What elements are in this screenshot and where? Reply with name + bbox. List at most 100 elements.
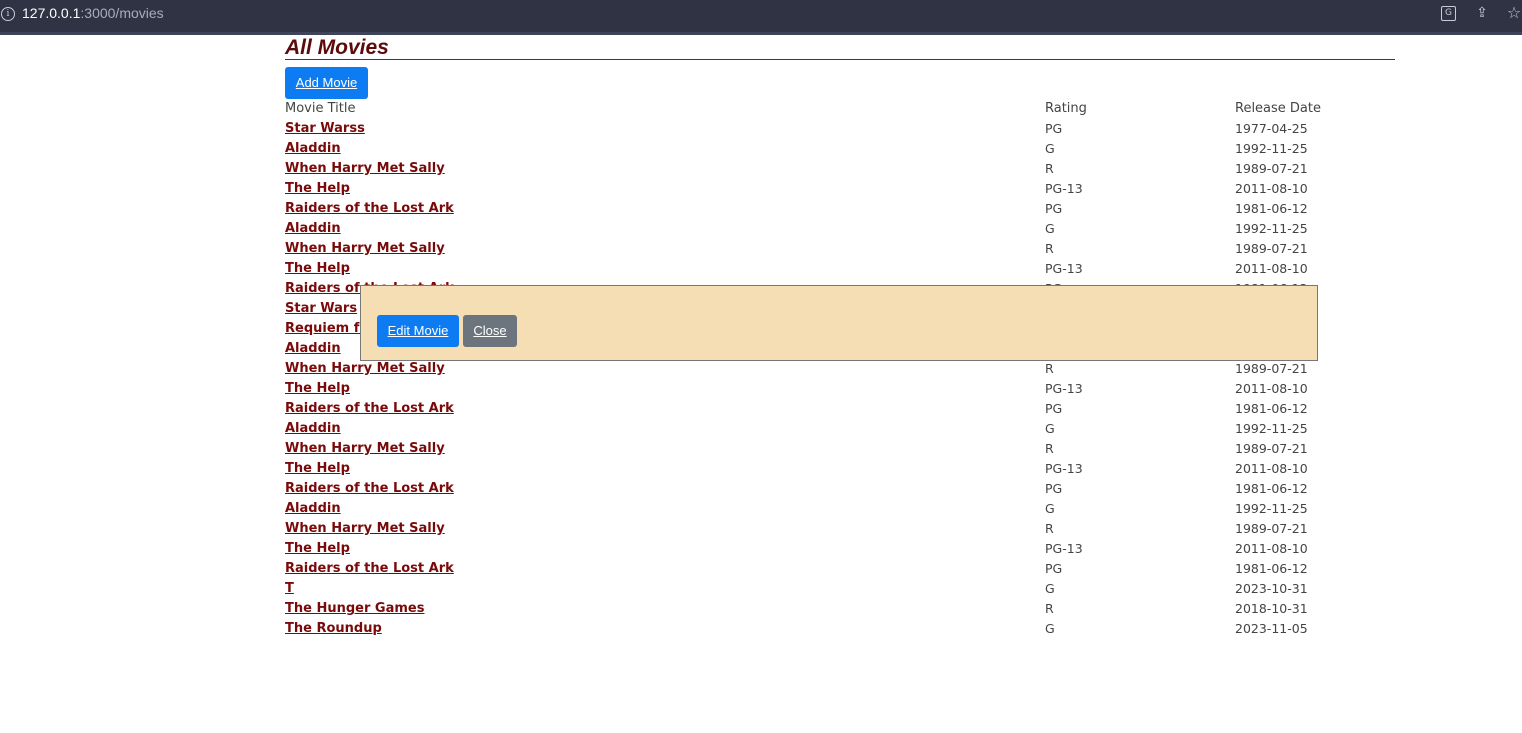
share-icon[interactable]: ⇪ [1473, 4, 1491, 22]
movie-rating: R [1045, 521, 1054, 536]
movie-title-link[interactable]: When Harry Met Sally [285, 241, 445, 256]
table-row: The Roundup G 2023-11-05 [285, 621, 1395, 641]
movie-title-link[interactable]: Star Warss [285, 121, 365, 136]
movie-release-date: 1989-07-21 [1235, 521, 1308, 536]
address-bar[interactable]: 127.0.0.1:3000/movies [22, 5, 164, 21]
movie-rating: G [1045, 421, 1055, 436]
movie-rating: PG-13 [1045, 181, 1083, 196]
movie-title-link[interactable]: Raiders of the Lost Ark [285, 401, 454, 416]
table-row: When Harry Met Sally R 1989-07-21 [285, 521, 1395, 541]
movie-release-date: 1992-11-25 [1235, 501, 1308, 516]
movie-rating: G [1045, 621, 1055, 636]
table-row: Aladdin G 1992-11-25 [285, 141, 1395, 161]
header-release-date: Release Date [1235, 101, 1321, 116]
table-row: The Hunger Games R 2018-10-31 [285, 601, 1395, 621]
table-row: When Harry Met Sally R 1989-07-21 [285, 241, 1395, 261]
movie-release-date: 2018-10-31 [1235, 601, 1308, 616]
movie-release-date: 1992-11-25 [1235, 421, 1308, 436]
movie-release-date: 1989-07-21 [1235, 361, 1308, 376]
movie-title-link[interactable]: Aladdin [285, 501, 341, 516]
movie-rating: PG-13 [1045, 261, 1083, 276]
movie-release-date: 1992-11-25 [1235, 221, 1308, 236]
movie-rating: PG [1045, 121, 1063, 136]
movie-release-date: 1981-06-12 [1235, 401, 1308, 416]
movie-title-link[interactable]: The Help [285, 461, 350, 476]
header-rating: Rating [1045, 101, 1087, 116]
movie-title-link[interactable]: When Harry Met Sally [285, 521, 445, 536]
movie-title-link[interactable]: Aladdin [285, 341, 341, 356]
bookmark-star-icon[interactable]: ☆ [1505, 4, 1522, 22]
main-content: All Movies Add Movie Movie Title Rating … [285, 36, 1395, 636]
movie-title-link[interactable]: The Help [285, 261, 350, 276]
info-icon[interactable]: i [1, 7, 15, 21]
table-row: Raiders of the Lost Ark PG 1981-06-12 [285, 561, 1395, 581]
movie-release-date: 1989-07-21 [1235, 161, 1308, 176]
movie-title-link[interactable]: Raiders of the Lost Ark [285, 481, 454, 496]
movie-release-date: 1977-04-25 [1235, 121, 1308, 136]
movie-release-date: 2011-08-10 [1235, 181, 1308, 196]
movie-rating: R [1045, 161, 1054, 176]
movie-title-link[interactable]: Star Wars [285, 301, 357, 316]
movie-rating: PG [1045, 561, 1063, 576]
movie-rating: R [1045, 361, 1054, 376]
movie-title-link[interactable]: When Harry Met Sally [285, 441, 445, 456]
movie-release-date: 2023-10-31 [1235, 581, 1308, 596]
movie-title-link[interactable]: The Help [285, 181, 350, 196]
movie-release-date: 1981-06-12 [1235, 481, 1308, 496]
movie-release-date: 2011-08-10 [1235, 541, 1308, 556]
movie-rating: G [1045, 141, 1055, 156]
table-row: Star Warss PG 1977-04-25 [285, 121, 1395, 141]
url-host: 127.0.0.1 [22, 5, 81, 21]
movie-rating: R [1045, 441, 1054, 456]
table-row: When Harry Met Sally R 1989-07-21 [285, 361, 1395, 381]
translate-icon[interactable]: G [1441, 6, 1456, 21]
movie-title-link[interactable]: When Harry Met Sally [285, 361, 445, 376]
table-row: Raiders of the Lost Ark PG 1981-06-12 [285, 401, 1395, 421]
table-row: The Help PG-13 2011-08-10 [285, 181, 1395, 201]
movie-title-link[interactable]: Aladdin [285, 141, 341, 156]
movie-modal: Edit Movie Close [360, 285, 1318, 361]
movie-release-date: 2023-11-05 [1235, 621, 1308, 636]
movie-rating: G [1045, 581, 1055, 596]
movie-title-link[interactable]: T [285, 581, 294, 596]
movie-rating: PG-13 [1045, 461, 1083, 476]
movie-rating: G [1045, 501, 1055, 516]
table-row: Raiders of the Lost Ark PG 1981-06-12 [285, 481, 1395, 501]
close-button[interactable]: Close [463, 315, 517, 347]
movie-title-link[interactable]: Aladdin [285, 221, 341, 236]
add-movie-button[interactable]: Add Movie [285, 67, 368, 99]
table-row: Raiders of the Lost Ark PG 1981-06-12 [285, 201, 1395, 221]
movie-rating: PG [1045, 481, 1063, 496]
movie-title-link[interactable]: The Roundup [285, 621, 382, 636]
page-title: All Movies [285, 36, 1395, 60]
movie-release-date: 2011-08-10 [1235, 261, 1308, 276]
movie-release-date: 1989-07-21 [1235, 241, 1308, 256]
table-row: The Help PG-13 2011-08-10 [285, 461, 1395, 481]
movie-rating: G [1045, 221, 1055, 236]
table-row: The Help PG-13 2011-08-10 [285, 381, 1395, 401]
movie-title-link[interactable]: The Help [285, 381, 350, 396]
movie-title-link[interactable]: Raiders of the Lost Ark [285, 201, 454, 216]
movie-release-date: 2011-08-10 [1235, 461, 1308, 476]
movie-title-link[interactable]: Raiders of the Lost Ark [285, 561, 454, 576]
movie-rating: R [1045, 601, 1054, 616]
movie-release-date: 1981-06-12 [1235, 201, 1308, 216]
table-row: The Help PG-13 2011-08-10 [285, 541, 1395, 561]
table-row: The Help PG-13 2011-08-10 [285, 261, 1395, 281]
movie-rating: PG-13 [1045, 541, 1083, 556]
movie-rating: PG [1045, 201, 1063, 216]
movie-title-link[interactable]: Aladdin [285, 421, 341, 436]
edit-movie-button[interactable]: Edit Movie [377, 315, 459, 347]
movie-title-link[interactable]: When Harry Met Sally [285, 161, 445, 176]
table-row: Aladdin G 1992-11-25 [285, 421, 1395, 441]
movie-title-link[interactable]: The Hunger Games [285, 601, 424, 616]
movie-title-link[interactable]: The Help [285, 541, 350, 556]
table-row: Aladdin G 1992-11-25 [285, 501, 1395, 521]
url-path: :3000/movies [80, 5, 164, 21]
movie-release-date: 1981-06-12 [1235, 561, 1308, 576]
browser-toolbar: i 127.0.0.1:3000/movies G ⇪ ☆ [0, 0, 1522, 35]
table-row: T G 2023-10-31 [285, 581, 1395, 601]
movie-rating: PG-13 [1045, 381, 1083, 396]
table-row: When Harry Met Sally R 1989-07-21 [285, 161, 1395, 181]
movie-rating: PG [1045, 401, 1063, 416]
